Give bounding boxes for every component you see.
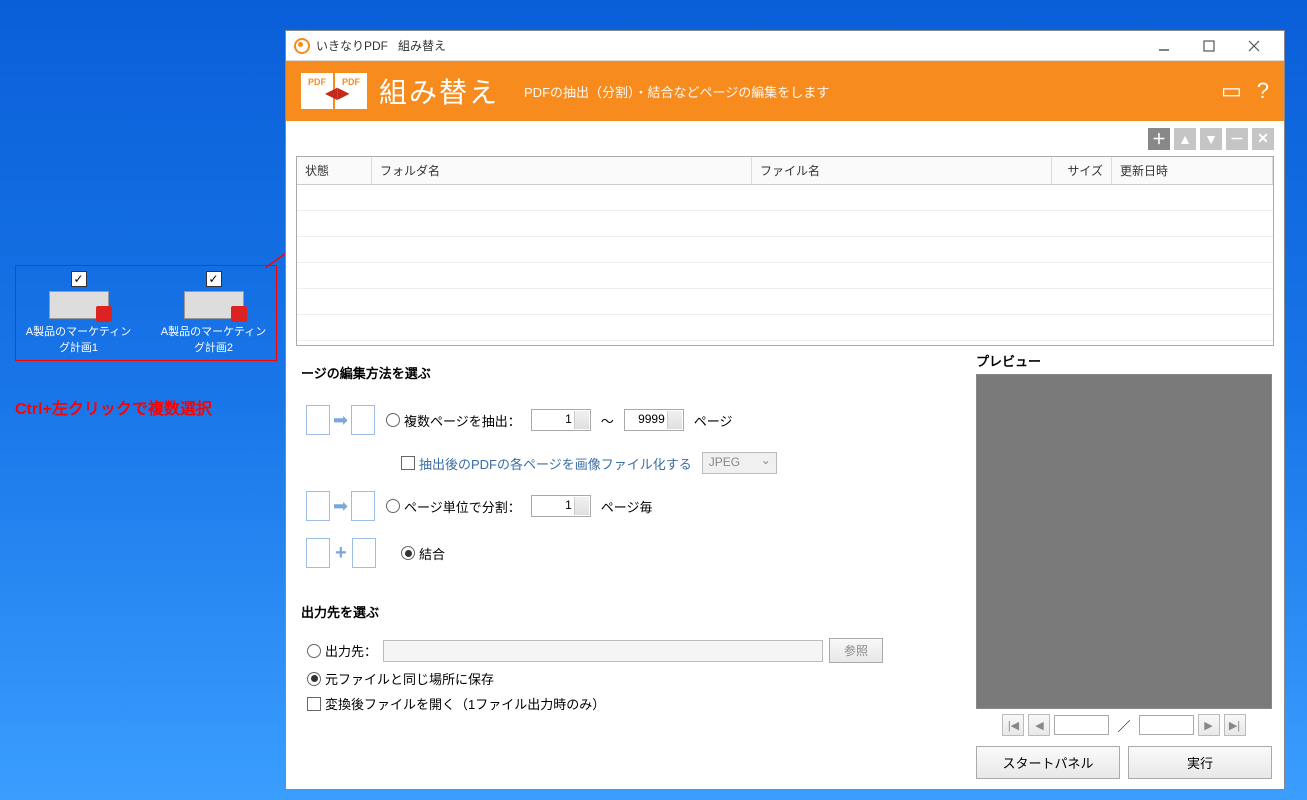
col-folder[interactable]: フォルダ名 xyxy=(372,157,752,184)
output-section-title: 出力先を選ぶ xyxy=(301,602,949,621)
output-dest-radio[interactable]: 出力先： xyxy=(307,641,377,660)
same-location-radio[interactable]: 元ファイルと同じ場所に保存 xyxy=(307,669,494,688)
extract-icon: ➡ xyxy=(306,400,376,440)
combine-radio[interactable]: 結合 xyxy=(401,544,445,563)
preview-label: プレビュー xyxy=(976,351,1272,370)
preview-panel: プレビュー |◀ ◀ ／ ▶ ▶| スタートパネル 実行 xyxy=(964,351,1284,789)
col-status[interactable]: 状態 xyxy=(297,157,372,184)
split-value-input[interactable]: 1 xyxy=(531,495,591,517)
pdf-thumbnail xyxy=(49,291,109,319)
app-window: いきなりPDF 組み替え PDF ◀▶ PDF 組み替え PDFの抽出（分割）・… xyxy=(285,30,1285,790)
book-icon[interactable]: ▭ xyxy=(1221,78,1242,104)
table-body[interactable] xyxy=(297,185,1273,343)
file-label: A製品のマーケティング計画1 xyxy=(21,323,136,355)
desktop-file-1[interactable]: ✓ A製品のマーケティング計画1 xyxy=(21,271,136,355)
extract-row: ➡ 複数ページを抽出： 1 〜 9999 ページ xyxy=(306,400,944,440)
desktop-file-2[interactable]: ✓ A製品のマーケティング計画2 xyxy=(156,271,271,355)
preview-nav: |◀ ◀ ／ ▶ ▶| xyxy=(976,714,1272,736)
add-button[interactable]: ＋ xyxy=(1148,128,1170,150)
output-path-input[interactable] xyxy=(383,640,823,662)
first-page-button[interactable]: |◀ xyxy=(1002,714,1024,736)
extract-to-input[interactable]: 9999 xyxy=(624,409,684,431)
imagize-row: 抽出後のPDFの各ページを画像ファイル化する JPEG xyxy=(401,452,944,474)
help-icon[interactable]: ? xyxy=(1257,78,1269,104)
extract-radio[interactable]: 複数ページを抽出： xyxy=(386,411,521,430)
rearrange-icon: PDF ◀▶ PDF xyxy=(301,73,367,109)
file-checkbox-icon: ✓ xyxy=(71,271,87,287)
move-up-button[interactable]: ▲ xyxy=(1174,128,1196,150)
browse-button[interactable]: 参照 xyxy=(829,638,883,663)
app-name: いきなりPDF xyxy=(316,37,388,54)
titlebar[interactable]: いきなりPDF 組み替え xyxy=(286,31,1284,61)
file-checkbox-icon: ✓ xyxy=(206,271,222,287)
split-radio[interactable]: ページ単位で分割： xyxy=(386,497,521,516)
window-controls xyxy=(1141,32,1276,60)
desktop-selection-box: ✓ A製品のマーケティング計画1 ✓ A製品のマーケティング計画2 xyxy=(15,265,277,361)
header-title: 組み替え xyxy=(379,71,499,111)
edit-section-title: ージの編集方法を選ぶ xyxy=(301,363,949,382)
mode-name: 組み替え xyxy=(398,37,446,54)
file-table[interactable]: 状態 フォルダ名 ファイル名 サイズ 更新日時 xyxy=(296,156,1274,346)
total-pages xyxy=(1139,715,1194,735)
col-file[interactable]: ファイル名 xyxy=(752,157,1052,184)
annotation-text: Ctrl+左クリックで複数選択 xyxy=(15,395,212,419)
split-row: ➡ ページ単位で分割： 1 ページ毎 xyxy=(306,486,944,526)
list-toolbar: ＋ ▲ ▼ － ✕ xyxy=(286,121,1284,156)
app-icon xyxy=(294,38,310,54)
output-section: 出力先： 参照 元ファイルと同じ場所に保存 変換後ファイルを開く（1ファイル出力… xyxy=(296,629,954,728)
imagize-checkbox[interactable]: 抽出後のPDFの各ページを画像ファイル化する xyxy=(401,454,692,473)
open-after-checkbox[interactable]: 変換後ファイルを開く（1ファイル出力時のみ） xyxy=(307,694,605,713)
col-size[interactable]: サイズ xyxy=(1052,157,1112,184)
combine-row: + 結合 xyxy=(306,538,944,568)
close-button[interactable] xyxy=(1231,32,1276,60)
file-label: A製品のマーケティング計画2 xyxy=(156,323,271,355)
image-format-select[interactable]: JPEG xyxy=(702,452,777,474)
move-down-button[interactable]: ▼ xyxy=(1200,128,1222,150)
split-icon: ➡ xyxy=(306,486,376,526)
combine-icon: + xyxy=(306,538,391,568)
pdf-thumbnail xyxy=(184,291,244,319)
execute-button[interactable]: 実行 xyxy=(1128,746,1272,779)
remove-button[interactable]: － xyxy=(1226,128,1248,150)
app-header: PDF ◀▶ PDF 組み替え PDFの抽出（分割）・結合などページの編集をしま… xyxy=(286,61,1284,121)
col-date[interactable]: 更新日時 xyxy=(1112,157,1273,184)
start-panel-button[interactable]: スタートパネル xyxy=(976,746,1120,779)
prev-page-button[interactable]: ◀ xyxy=(1028,714,1050,736)
table-header: 状態 フォルダ名 ファイル名 サイズ 更新日時 xyxy=(297,157,1273,185)
header-subtitle: PDFの抽出（分割）・結合などページの編集をします xyxy=(524,82,829,101)
clear-button[interactable]: ✕ xyxy=(1252,128,1274,150)
last-page-button[interactable]: ▶| xyxy=(1224,714,1246,736)
extract-from-input[interactable]: 1 xyxy=(531,409,591,431)
preview-area xyxy=(976,374,1272,709)
edit-section: ➡ 複数ページを抽出： 1 〜 9999 ページ 抽出後のPDFの各 xyxy=(296,390,954,590)
next-page-button[interactable]: ▶ xyxy=(1198,714,1220,736)
minimize-button[interactable] xyxy=(1141,32,1186,60)
maximize-button[interactable] xyxy=(1186,32,1231,60)
current-page-input[interactable] xyxy=(1054,715,1109,735)
